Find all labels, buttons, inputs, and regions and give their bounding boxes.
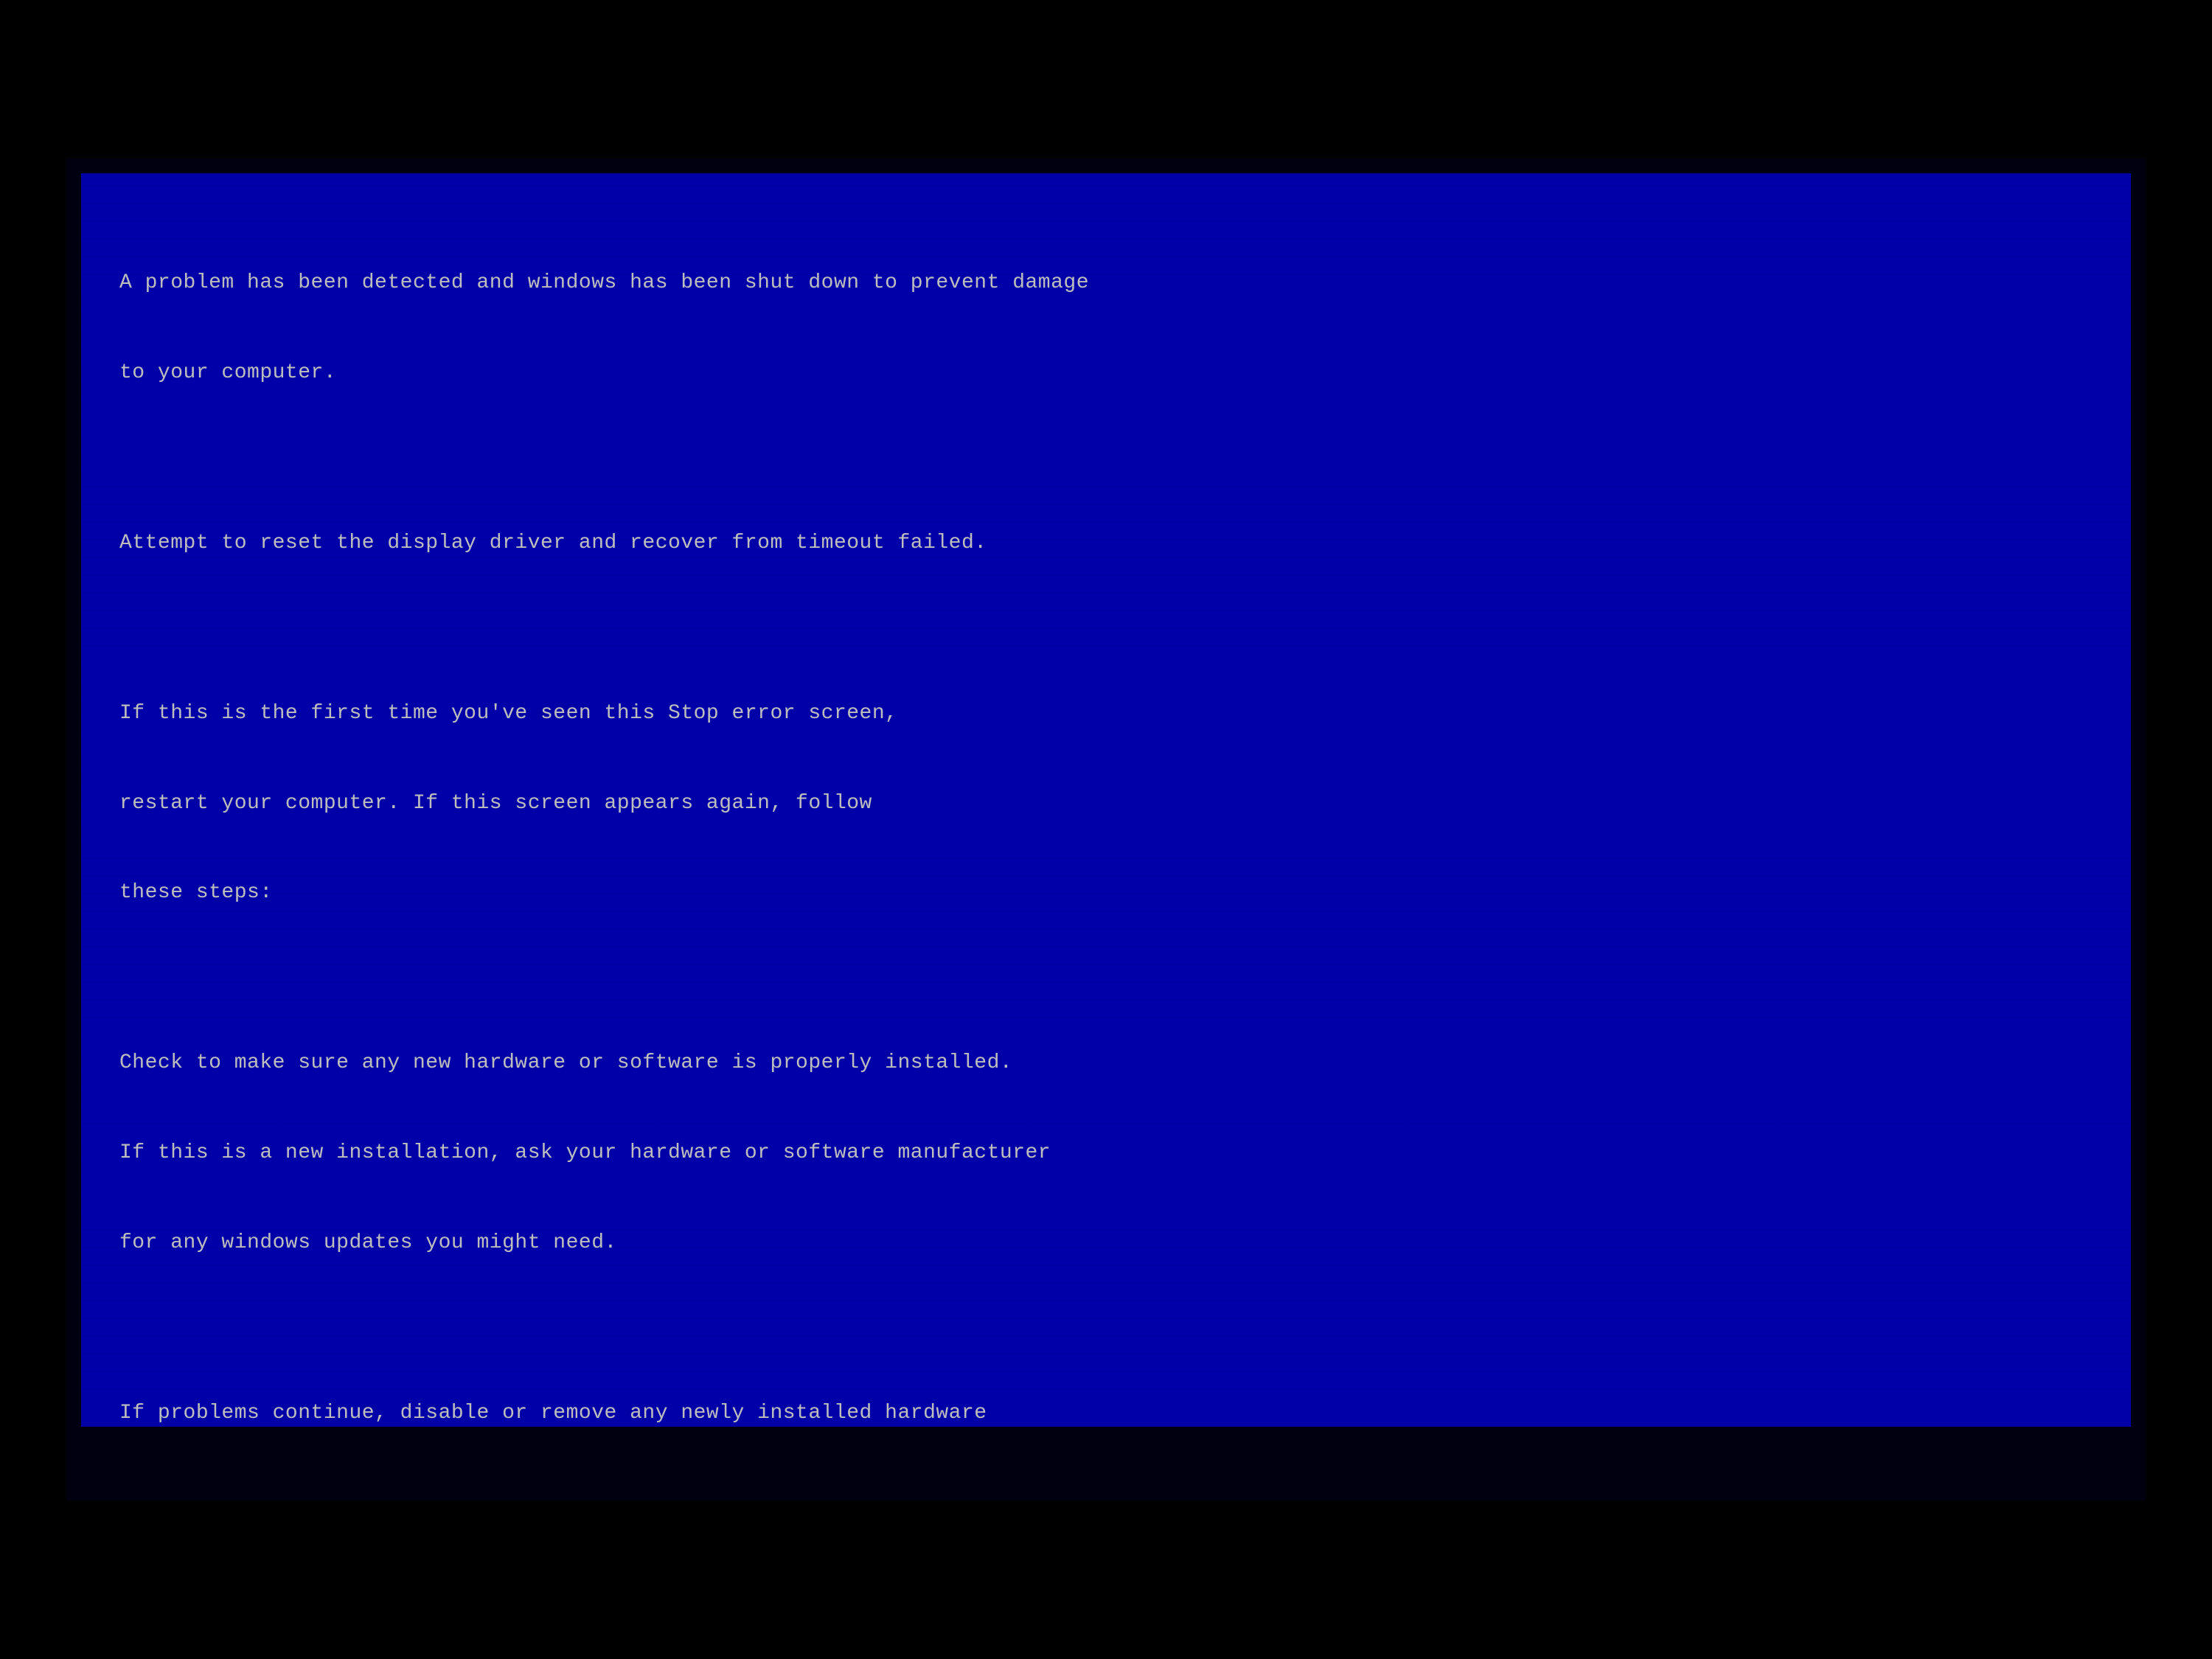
bsod-line-6: these steps: (119, 878, 2093, 908)
bsod-line-8: If this is a new installation, ask your … (119, 1138, 2093, 1169)
bsod-line-3: Attempt to reset the display driver and … (119, 529, 2093, 559)
bsod-line-9: for any windows updates you might need. (119, 1228, 2093, 1259)
bsod-line-4: If this is the first time you've seen th… (119, 699, 2093, 729)
bsod-line-5: restart your computer. If this screen ap… (119, 789, 2093, 819)
screen-outer: A problem has been detected and windows … (66, 159, 2146, 1500)
bsod-line-1: A problem has been detected and windows … (119, 268, 2093, 299)
spacer-2 (119, 619, 2093, 639)
bsod-text-content: A problem has been detected and windows … (119, 209, 2093, 1427)
bsod-line-10: If problems continue, disable or remove … (119, 1399, 2093, 1427)
bsod-screen: A problem has been detected and windows … (81, 173, 2131, 1427)
spacer-3 (119, 968, 2093, 989)
bsod-line-7: Check to make sure any new hardware or s… (119, 1048, 2093, 1079)
spacer-1 (119, 448, 2093, 469)
bsod-line-2: to your computer. (119, 358, 2093, 389)
spacer-4 (119, 1318, 2093, 1339)
